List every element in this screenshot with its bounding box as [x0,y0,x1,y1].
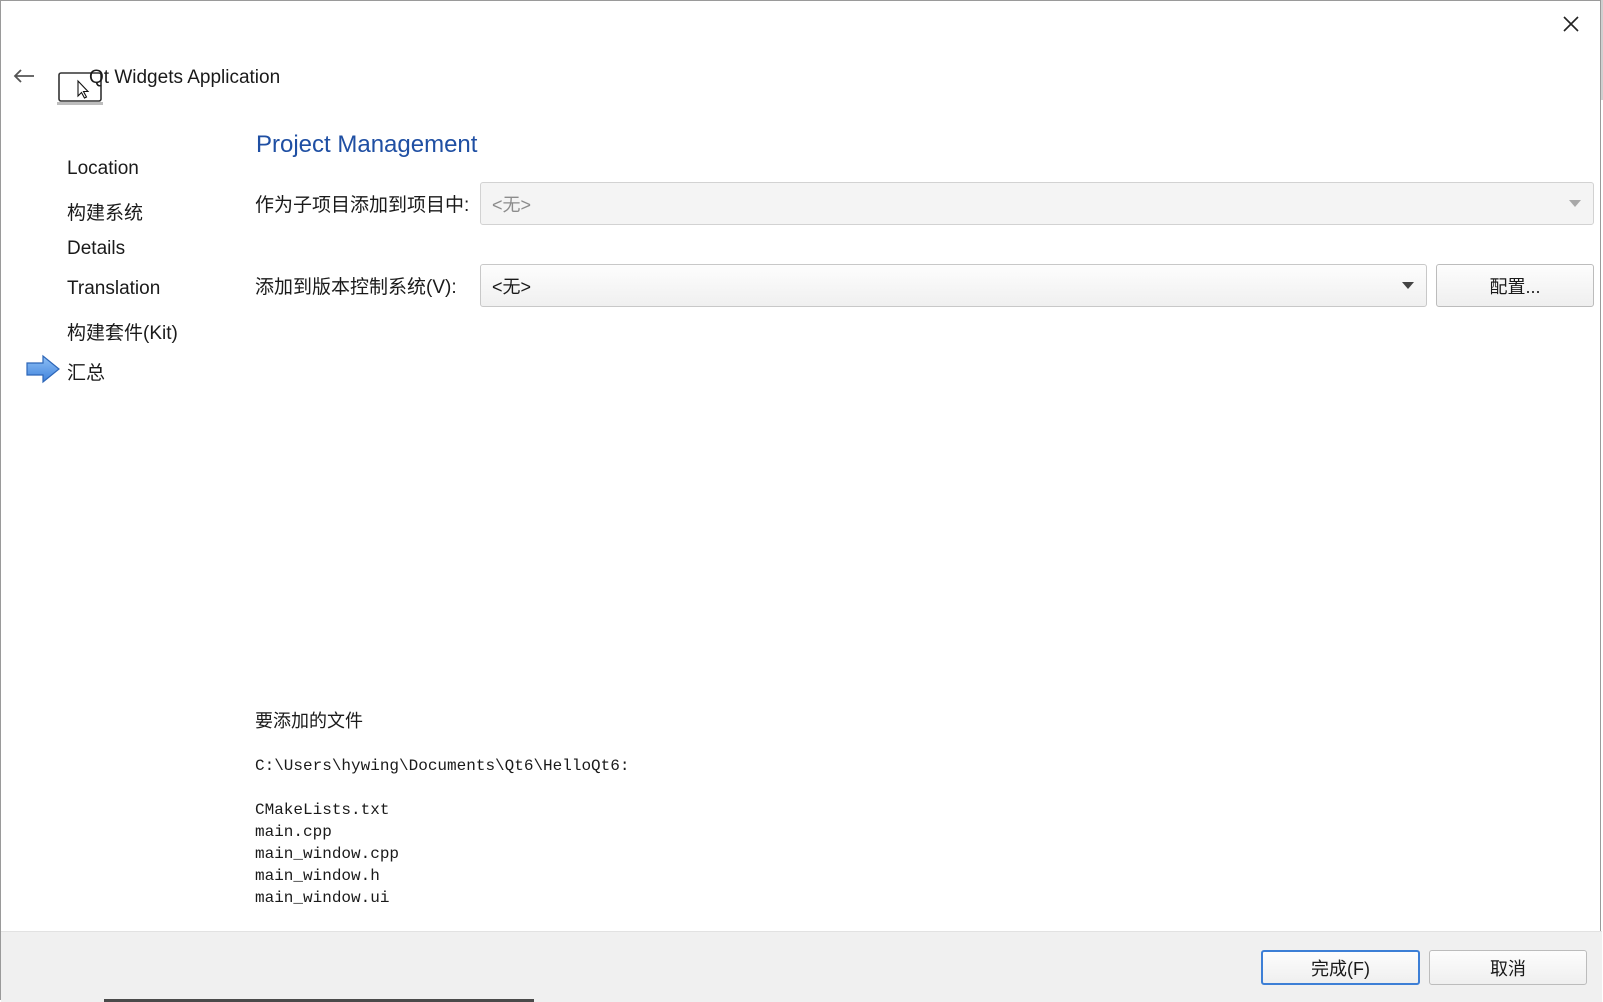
blue-arrow-right-icon [26,354,60,384]
cancel-button[interactable]: 取消 [1429,950,1587,985]
finish-button[interactable]: 完成(F) [1261,950,1420,985]
nav-item-summary[interactable]: 汇总 [67,358,105,385]
footer-bar: 完成(F) 取消 [1,931,1602,1002]
chevron-down-icon [1402,282,1414,289]
file-entry: main.cpp [255,823,332,841]
nav-item-translation[interactable]: Translation [67,278,160,300]
nav-item-location[interactable]: Location [67,158,139,180]
subproject-label: 作为子项目添加到项目中: [255,195,470,216]
nav-item-build-system[interactable]: 构建系统 [67,198,143,225]
files-path: C:\Users\hywing\Documents\Qt6\HelloQt6: [255,757,630,775]
file-entry: main_window.cpp [255,845,400,863]
vcs-combo[interactable]: <无> [480,264,1427,307]
wizard-window: Qt Widgets Application Location 构建系统 Det… [0,0,1602,1002]
nav-item-details[interactable]: Details [67,238,125,260]
nav-item-kits[interactable]: 构建套件(Kit) [67,318,178,345]
file-entry: main_window.h [255,867,380,885]
configure-button[interactable]: 配置... [1436,264,1594,307]
wizard-title: Qt Widgets Application [89,67,281,88]
back-button[interactable] [9,61,39,91]
page-title: Project Management [256,131,478,158]
chevron-down-icon [1569,200,1581,207]
file-entry: main_window.ui [255,889,390,907]
files-heading: 要添加的文件 [255,711,363,731]
vcs-label: 添加到版本控制系统(V): [255,277,457,298]
close-button[interactable] [1551,9,1591,39]
vcs-combo-value: <无> [492,276,532,297]
subproject-combo-value: <无> [492,194,532,215]
subproject-combo: <无> [480,182,1594,225]
close-icon [1563,16,1579,32]
back-arrow-icon [13,69,34,83]
file-entry: CMakeLists.txt [255,801,390,819]
